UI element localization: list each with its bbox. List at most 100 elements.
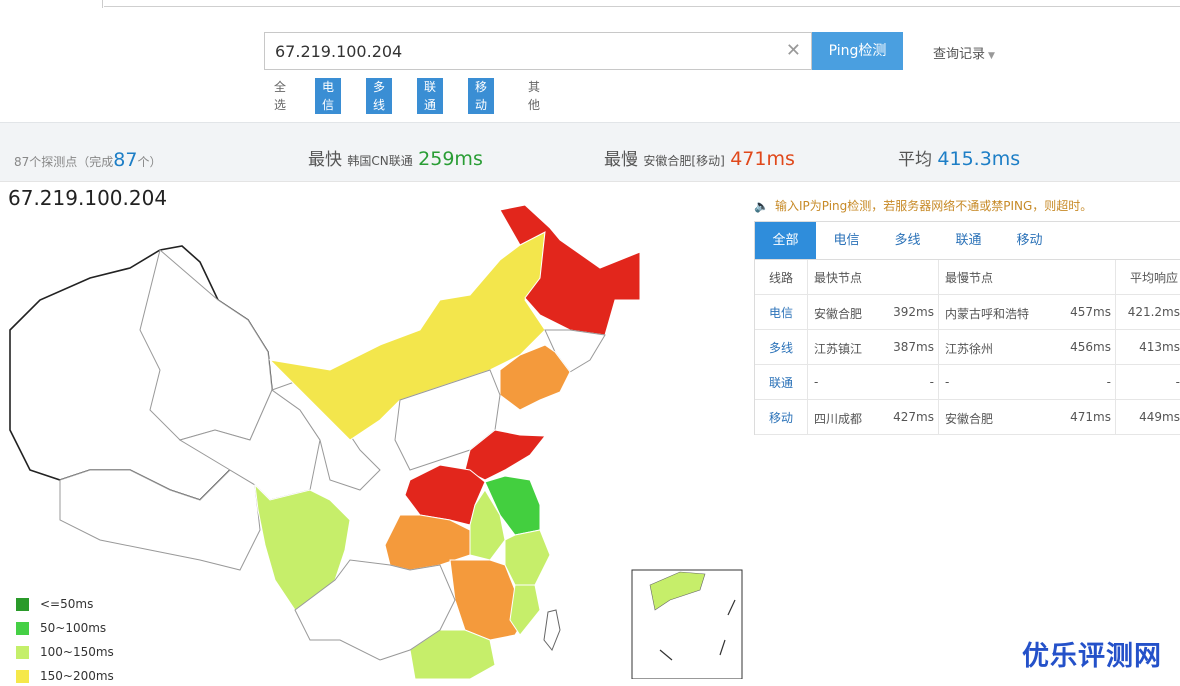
average-label: 平均 [898,150,932,170]
browser-tab[interactable] [0,0,103,8]
legend-swatch [16,598,29,611]
row-line: 电信 [755,295,808,330]
fast-node: 江苏镇江 [814,340,862,357]
row-fastest: 安徽合肥 392ms [808,295,939,330]
filter-other[interactable]: 其他 [528,78,540,114]
fast-node: 安徽合肥 [814,305,862,322]
fast-ms: - [930,375,934,389]
slow-ms: 471ms [1070,410,1111,424]
legend-label: 100~150ms [40,645,114,659]
legend-swatch [16,646,29,659]
slowest-stat: 最慢 安徽合肥[移动] 471ms [604,145,795,170]
stats-bar: 87个探测点（完成87个） 最快 韩国CN联通 259ms 最慢 安徽合肥[移动… [0,122,1180,182]
row-slowest: -- [939,365,1116,400]
probe-done: 87 [113,149,137,171]
tab-all[interactable]: 全部 [755,222,816,259]
row-average: 413ms [1116,330,1180,365]
header-fastest: 最快节点 [808,260,939,295]
fastest-label: 最快 [308,150,342,170]
map-region-taiwan [544,610,560,650]
legend-item: 100~150ms [16,644,156,662]
site-watermark: 优乐评测网 [1022,634,1162,673]
legend-label: 50~100ms [40,621,106,635]
table-row: 多线 江苏镇江 387ms 江苏徐州 456ms 413ms [755,330,1180,365]
top-tab-strip [0,0,1180,8]
table-row: 联通 -- -- - [755,365,1180,400]
slowest-ms: 471ms [730,148,795,170]
row-average: 449ms [1116,400,1180,435]
slow-ms: 457ms [1070,305,1111,319]
legend-item: 150~200ms [16,668,156,686]
chevron-down-icon: ▼ [988,51,995,61]
tab-multiline[interactable]: 多线 [877,222,938,259]
ip-input[interactable] [265,33,775,69]
tab-telecom[interactable]: 电信 [816,222,877,259]
slow-node: - [945,375,949,389]
header-average: 平均响应 [1116,260,1180,295]
table-row: 移动 四川成都427ms 安徽合肥 471ms 449ms [755,400,1180,435]
fastest-stat: 最快 韩国CN联通 259ms [308,145,483,170]
table-row: 电信 安徽合肥 392ms 内蒙古呼和浩特 457ms 421.2ms [755,295,1180,330]
average-stat: 平均 415.3ms [898,145,1020,170]
query-history-dropdown[interactable]: 查询记录▼ [933,43,995,62]
slow-ms: - [1107,375,1111,389]
results-panel: 全部 电信 多线 联通 移动 线路 最快节点 最慢节点 平均响应 电信 安徽合肥… [754,221,1180,435]
filter-mobile[interactable]: 移动 [468,78,494,114]
fast-ms: 427ms [893,410,934,424]
legend-swatch [16,670,29,683]
row-fastest: -- [808,365,939,400]
slowest-node: 安徽合肥[移动] [643,154,724,168]
ping-button[interactable]: Ping检测 [812,32,903,70]
row-slowest: 江苏徐州 456ms [939,330,1116,365]
header-line: 线路 [755,260,808,295]
row-line: 多线 [755,330,808,365]
average-ms: 415.3ms [937,148,1020,170]
slow-node: 内蒙古呼和浩特 [945,305,1029,322]
row-slowest: 内蒙古呼和浩特 457ms [939,295,1116,330]
slow-node: 江苏徐州 [945,340,993,357]
fast-ms: 387ms [893,340,934,354]
row-line: 联通 [755,365,808,400]
legend-item: 50~100ms [16,620,156,638]
tab-mobile[interactable]: 移动 [999,222,1060,259]
results-table: 线路 最快节点 最慢节点 平均响应 电信 安徽合肥 392ms 内蒙古呼和浩特 45… [755,260,1180,435]
row-fastest: 江苏镇江 387ms [808,330,939,365]
tab-unicom[interactable]: 联通 [938,222,999,259]
map-region-fujian [510,585,540,635]
table-header-row: 线路 最快节点 最慢节点 平均响应 [755,260,1180,295]
filter-multiline[interactable]: 多线 [366,78,392,114]
slow-node: 安徽合肥 [945,410,993,427]
probe-count: 87个探测点（完成87个） [14,149,161,171]
legend-item: <=50ms [16,596,156,614]
map-region-tibet [60,470,260,570]
row-slowest: 安徽合肥 471ms [939,400,1116,435]
history-label: 查询记录 [933,47,985,62]
row-line: 移动 [755,400,808,435]
row-average: - [1116,365,1180,400]
legend-swatch [16,622,29,635]
map-region-zhejiang [505,530,550,585]
clear-icon[interactable]: ✕ [786,40,801,61]
ping-notice: 🔈 输入IP为Ping检测，若服务器网络不通或禁PING，则超时。 [754,197,1092,214]
header-slowest: 最慢节点 [939,260,1116,295]
filter-telecom[interactable]: 电信 [315,78,341,114]
legend-label: 150~200ms [40,669,114,683]
row-fastest: 四川成都427ms [808,400,939,435]
slow-ms: 456ms [1070,340,1111,354]
legend-label: <=50ms [40,597,93,611]
line-tabs: 全部 电信 多线 联通 移动 [755,222,1180,260]
fastest-node: 韩国CN联通 [347,154,412,168]
fast-node: - [814,375,818,389]
tab-bar [104,0,1180,7]
probe-prefix: 87个探测点（完成 [14,155,113,169]
notice-text: 输入IP为Ping检测，若服务器网络不通或禁PING，则超时。 [775,199,1092,213]
slowest-label: 最慢 [604,150,638,170]
filter-unicom[interactable]: 联通 [417,78,443,114]
fastest-ms: 259ms [418,148,483,170]
probe-suffix: 个） [137,155,161,169]
search-box: ✕ [264,32,812,70]
row-average: 421.2ms [1116,295,1180,330]
fast-ms: 392ms [893,305,934,319]
speaker-icon: 🔈 [754,199,769,213]
filter-select-all[interactable]: 全选 [274,78,286,114]
